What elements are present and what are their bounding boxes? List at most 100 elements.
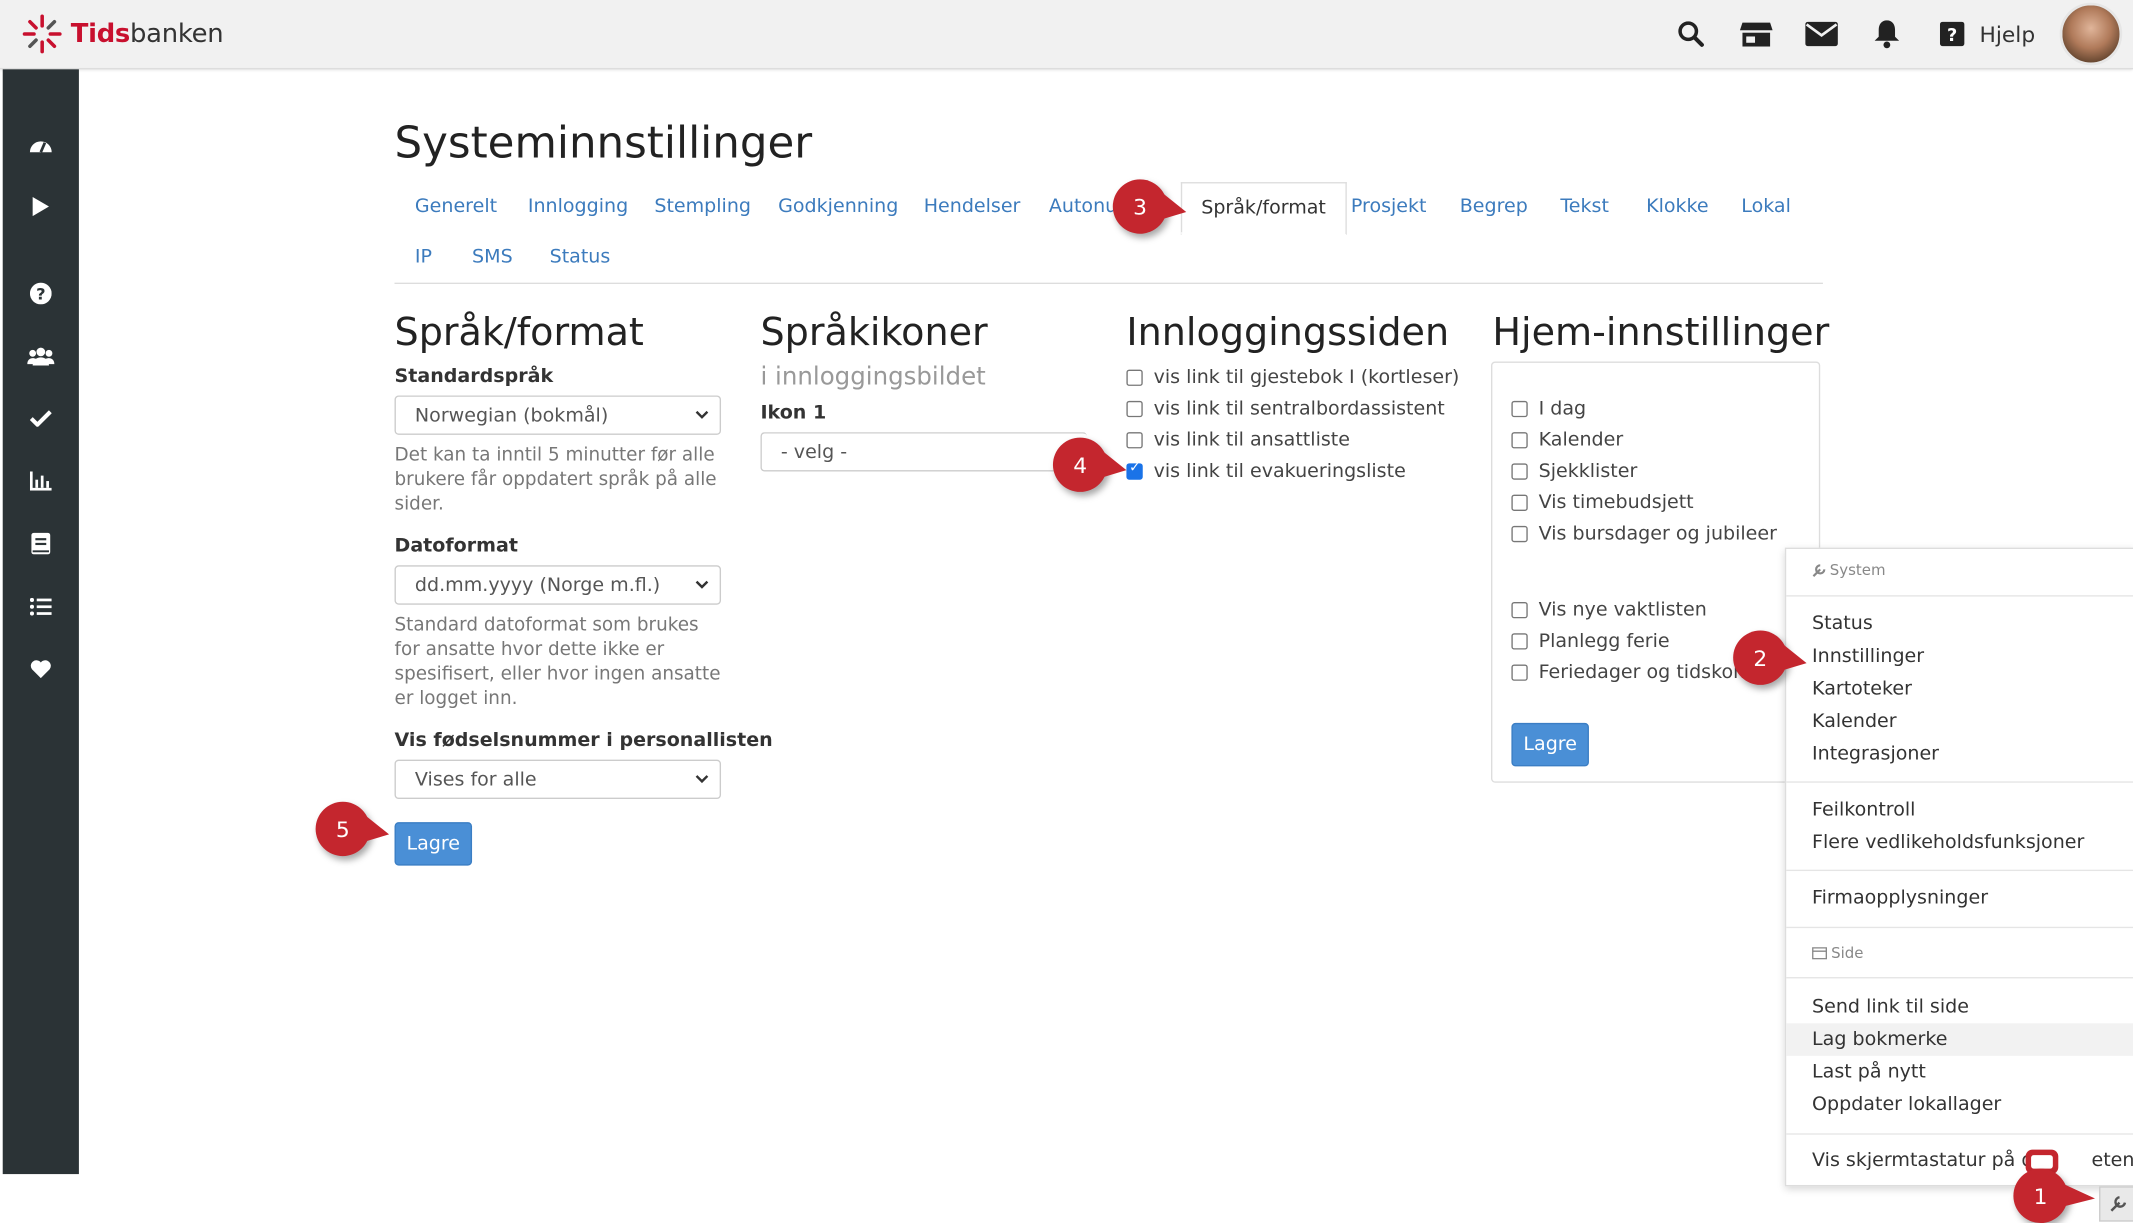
question-circle-icon[interactable]: ? <box>27 280 54 307</box>
home-option-label: Planlegg ferie <box>1538 629 1670 652</box>
date-format-value: dd.mm.yyyy (Norge m.fl.) <box>414 574 661 596</box>
checkbox[interactable] <box>1511 431 1528 448</box>
login-option-label: vis link til ansattliste <box>1153 428 1350 451</box>
tools-toggle[interactable] <box>2099 1186 2133 1222</box>
user-avatar[interactable] <box>2059 2 2123 66</box>
login-option[interactable]: vis link til evakueringsliste <box>1126 455 1459 486</box>
svg-text:?: ? <box>36 285 45 304</box>
logo-text: Tidsbanken <box>71 19 224 49</box>
checkbox[interactable] <box>1511 601 1528 618</box>
checkbox[interactable] <box>1511 525 1528 542</box>
list-icon[interactable] <box>27 592 54 619</box>
book-icon[interactable] <box>27 530 54 557</box>
play-icon[interactable] <box>27 193 54 220</box>
login-option-label: vis link til evakueringsliste <box>1153 459 1406 482</box>
checkbox[interactable] <box>1511 663 1528 681</box>
checkbox[interactable] <box>1511 493 1528 511</box>
bell-icon[interactable] <box>1871 18 1904 51</box>
heart-icon[interactable] <box>27 655 54 682</box>
menu-divider <box>1786 595 2133 597</box>
menu-item-bookmark[interactable]: Lag bokmerke <box>1786 1023 2133 1056</box>
menu-item-integrasjoner[interactable]: Integrasjoner <box>1786 738 2133 771</box>
menu-item-innstillinger[interactable]: Innstillinger <box>1786 640 2133 673</box>
icon1-select[interactable]: - velg - <box>760 432 1087 472</box>
menu-item-kartoteker[interactable]: Kartoteker <box>1786 673 2133 706</box>
checkbox[interactable] <box>1511 632 1528 649</box>
menu-item-reload[interactable]: Last på nytt <box>1786 1056 2133 1089</box>
home-option[interactable]: Vis timebudsjett <box>1511 486 1777 517</box>
home-option[interactable]: Kalender <box>1511 424 1777 455</box>
checkbox[interactable] <box>1511 400 1528 417</box>
menu-item-status[interactable]: Status <box>1786 607 2133 640</box>
home-option[interactable]: I dag <box>1511 393 1777 424</box>
chevron-down-icon <box>695 775 709 784</box>
tab-godkjenning[interactable]: Godkjenning <box>778 196 898 218</box>
icon1-value: - velg - <box>780 440 848 463</box>
chevron-down-icon <box>695 580 709 589</box>
menu-divider <box>1786 1133 2133 1135</box>
search-icon[interactable] <box>1675 18 1708 51</box>
home-settings-section: Hjem-innstillinger <box>1492 310 1829 355</box>
home-group-2: Vis nye vaktlisten Planlegg ferie Feried… <box>1511 594 1764 688</box>
top-bar: Tidsbanken ? Hjelp <box>0 0 2133 70</box>
top-icons: ? Hjelp <box>1675 0 2133 68</box>
tab-generelt[interactable]: Generelt <box>415 196 497 218</box>
tab-tekst[interactable]: Tekst <box>1560 196 1609 218</box>
home-option[interactable]: Vis nye vaktlisten <box>1511 594 1764 625</box>
tab-innlogging[interactable]: Innlogging <box>528 196 628 218</box>
mail-icon[interactable] <box>1805 18 1839 51</box>
login-option-label: vis link til gjestebok I (kortleser) <box>1153 366 1460 388</box>
tab-prosjekt[interactable]: Prosjekt <box>1351 196 1427 218</box>
language-format-heading: Språk/format <box>394 309 644 355</box>
login-option[interactable]: vis link til gjestebok I (kortleser) <box>1126 361 1459 392</box>
login-options: vis link til gjestebok I (kortleser) vis… <box>1126 361 1459 486</box>
login-page-heading: Innloggingssiden <box>1126 309 1450 355</box>
login-option[interactable]: vis link til ansattliste <box>1126 424 1459 455</box>
login-option[interactable]: vis link til sentralbordassistent <box>1126 393 1459 424</box>
ssn-visibility-select[interactable]: Vises for alle <box>394 759 722 800</box>
home-option[interactable]: Vis bursdager og jubileer <box>1511 518 1777 549</box>
dashboard-icon[interactable] <box>27 130 54 157</box>
standard-language-help: Det kan ta inntil 5 minutter før alle br… <box>394 444 717 516</box>
menu-item-feilkontroll[interactable]: Feilkontroll <box>1786 794 2133 827</box>
home-option[interactable]: Feriedager og tidskonto <box>1511 656 1764 687</box>
tab-begrep[interactable]: Begrep <box>1460 196 1528 218</box>
menu-item-vedlikehold[interactable]: Flere vedlikeholdsfunksjoner <box>1786 826 2133 859</box>
tab-hendelser[interactable]: Hendelser <box>924 196 1021 218</box>
standard-language-select[interactable]: Norwegian (bokmål) <box>394 395 722 435</box>
home-save-button[interactable]: Lagre <box>1511 722 1589 767</box>
tab-stempling[interactable]: Stempling <box>654 196 751 218</box>
checkbox[interactable] <box>1126 368 1143 386</box>
help-label: Hjelp <box>1979 21 2036 47</box>
login-option-label: vis link til sentralbordassistent <box>1153 397 1445 420</box>
menu-item-onscreen-keyboard[interactable]: Vis skjermtastatur på de eten <box>1786 1144 2133 1177</box>
tidsbanken-logo-icon <box>22 14 62 54</box>
login-page-section: Innloggingssiden vis link til gjestebok … <box>1126 310 1459 487</box>
tab-autonu[interactable]: Autonu <box>1049 196 1117 218</box>
tab-lokal[interactable]: Lokal <box>1741 196 1791 218</box>
tab-sms[interactable]: SMS <box>472 246 513 268</box>
tab-sprak-format[interactable]: Språk/format <box>1180 182 1347 236</box>
home-option[interactable]: Sjekklister <box>1511 455 1777 486</box>
bar-chart-icon[interactable] <box>27 467 54 494</box>
menu-item-send-link[interactable]: Send link til side <box>1786 991 2133 1024</box>
menu-item-firmaopplysninger[interactable]: Firmaopplysninger <box>1786 882 2133 915</box>
home-option[interactable]: Planlegg ferie <box>1511 625 1764 656</box>
date-format-select[interactable]: dd.mm.yyyy (Norge m.fl.) <box>394 565 722 605</box>
help-link[interactable]: ? Hjelp <box>1936 18 2035 51</box>
menu-item-update-cache[interactable]: Oppdater lokallager <box>1786 1088 2133 1121</box>
menu-item-kalender[interactable]: Kalender <box>1786 705 2133 738</box>
users-icon[interactable] <box>27 342 55 369</box>
tab-klokke[interactable]: Klokke <box>1646 196 1709 218</box>
app-logo[interactable]: Tidsbanken <box>22 14 224 55</box>
tab-ip[interactable]: IP <box>415 246 432 268</box>
checkbox[interactable] <box>1511 462 1528 480</box>
checkmark-icon[interactable] <box>27 405 54 432</box>
home-option-label: Kalender <box>1538 428 1624 451</box>
badge-number: 4 <box>1073 451 1088 478</box>
save-button[interactable]: Lagre <box>394 822 473 866</box>
keyboard-item-text-b: eten <box>2091 1149 2133 1172</box>
store-icon[interactable] <box>1740 18 1773 51</box>
checkbox[interactable] <box>1126 400 1143 417</box>
tab-status[interactable]: Status <box>550 246 611 268</box>
